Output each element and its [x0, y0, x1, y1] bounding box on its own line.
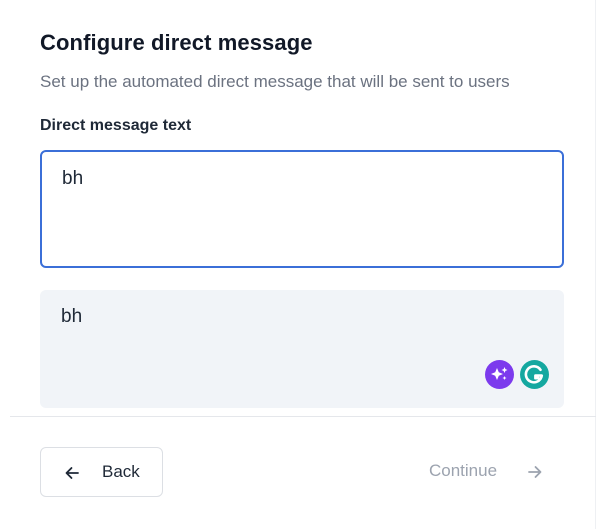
- continue-button[interactable]: Continue: [412, 447, 562, 497]
- direct-message-textarea[interactable]: bh: [40, 150, 564, 268]
- arrow-right-icon: [528, 466, 542, 478]
- arrow-left-icon: [65, 467, 79, 479]
- page-title: Configure direct message: [40, 30, 313, 55]
- form-panel: Configure direct message Set up the auto…: [0, 0, 596, 529]
- continue-button-label: Continue: [429, 461, 498, 480]
- sparkle-icon-glyph: [491, 367, 508, 380]
- grammarly-icon[interactable]: [520, 360, 549, 389]
- message-preview: bh: [40, 290, 564, 408]
- grammarly-icon-glyph: [524, 365, 544, 384]
- page-subtitle: Set up the automated direct message that…: [40, 72, 510, 91]
- sparkle-icon[interactable]: [485, 360, 514, 389]
- footer-divider: [10, 416, 596, 417]
- back-button[interactable]: Back: [40, 447, 163, 497]
- back-button-label: Back: [102, 462, 140, 481]
- direct-message-label: Direct message text: [40, 117, 192, 134]
- configure-direct-message-page: Configure direct message Set up the auto…: [0, 0, 596, 529]
